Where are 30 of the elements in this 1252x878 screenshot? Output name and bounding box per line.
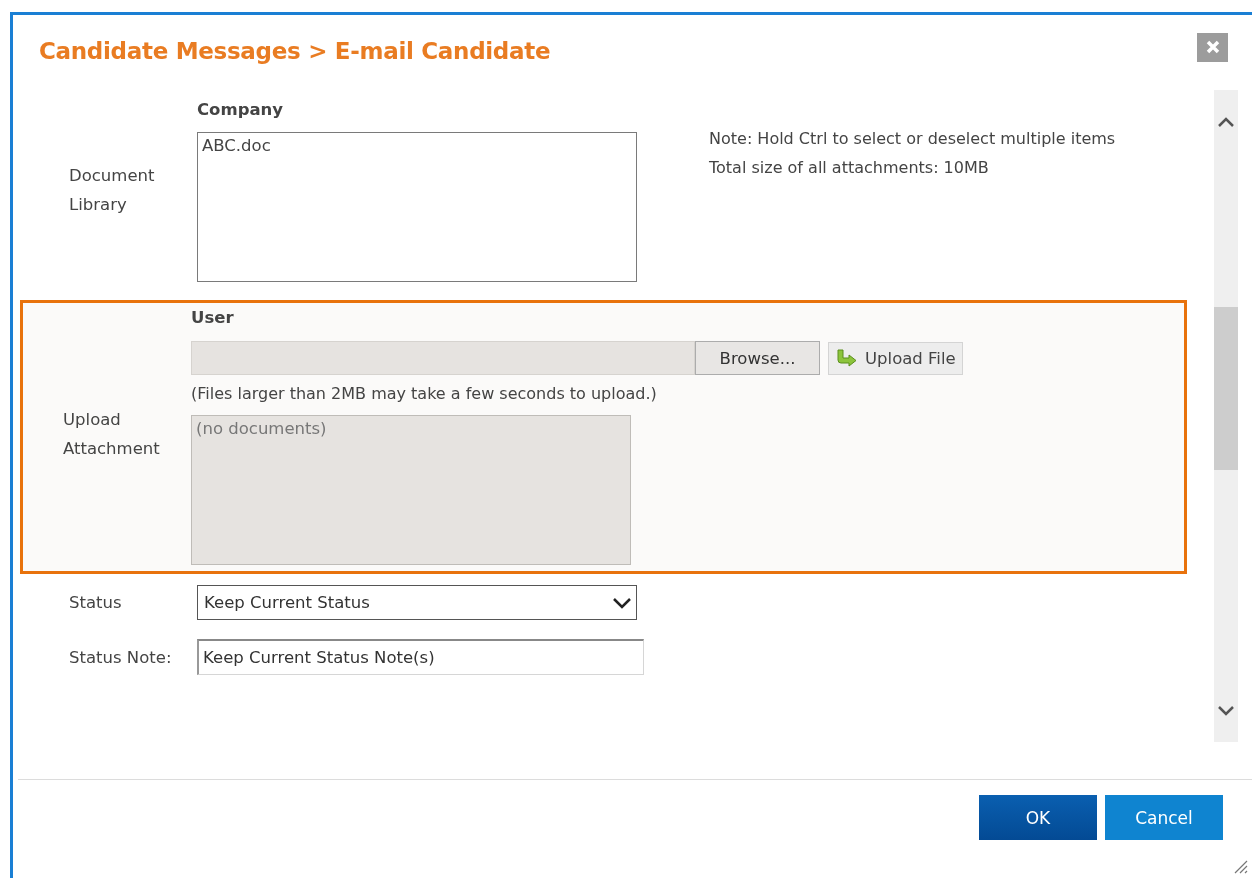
close-icon <box>1205 40 1220 54</box>
field-label: Status Note: <box>69 646 173 669</box>
empty-list-text: (no documents) <box>196 419 328 438</box>
browse-button[interactable]: Browse... <box>695 341 820 375</box>
cancel-button[interactable]: Cancel <box>1105 795 1223 840</box>
ok-button[interactable]: OK <box>979 795 1097 840</box>
hint-text: (Files larger than 2MB may take a few seconds to upload.) <box>191 384 658 403</box>
scrollbar[interactable] <box>1214 90 1238 742</box>
column-heading: Company <box>197 99 285 121</box>
column-heading: User <box>191 307 235 329</box>
resize-grip-icon[interactable] <box>1232 858 1248 874</box>
scroll-down-icon[interactable] <box>1217 705 1235 717</box>
note-text: Note: Hold Ctrl to select or deselect multiple items <box>709 128 1116 150</box>
document-list[interactable]: ABC.doc <box>197 132 637 282</box>
note-text: Total size of all attachments: 10MB <box>709 157 990 179</box>
chevron-down-icon <box>612 596 632 609</box>
status-note-field[interactable]: Keep Current Status Note(s) <box>197 639 644 675</box>
attachment-list[interactable]: (no documents) <box>191 415 631 565</box>
upload-file-button[interactable]: Upload File <box>828 341 963 375</box>
list-item[interactable]: ABC.doc <box>202 136 632 155</box>
dialog-title: Candidate Messages > E-mail Candidate <box>39 38 551 64</box>
field-label: Status <box>69 592 123 614</box>
field-label: Upload Attachment <box>63 409 161 460</box>
close-button[interactable] <box>1197 32 1228 62</box>
field-label: Document Library <box>69 165 156 216</box>
scroll-up-icon[interactable] <box>1217 116 1235 128</box>
upload-arrow-icon <box>835 349 857 367</box>
scrollbar-thumb[interactable] <box>1214 307 1238 470</box>
file-path-field[interactable] <box>191 341 695 375</box>
status-select[interactable]: Keep Current Status <box>197 585 637 620</box>
